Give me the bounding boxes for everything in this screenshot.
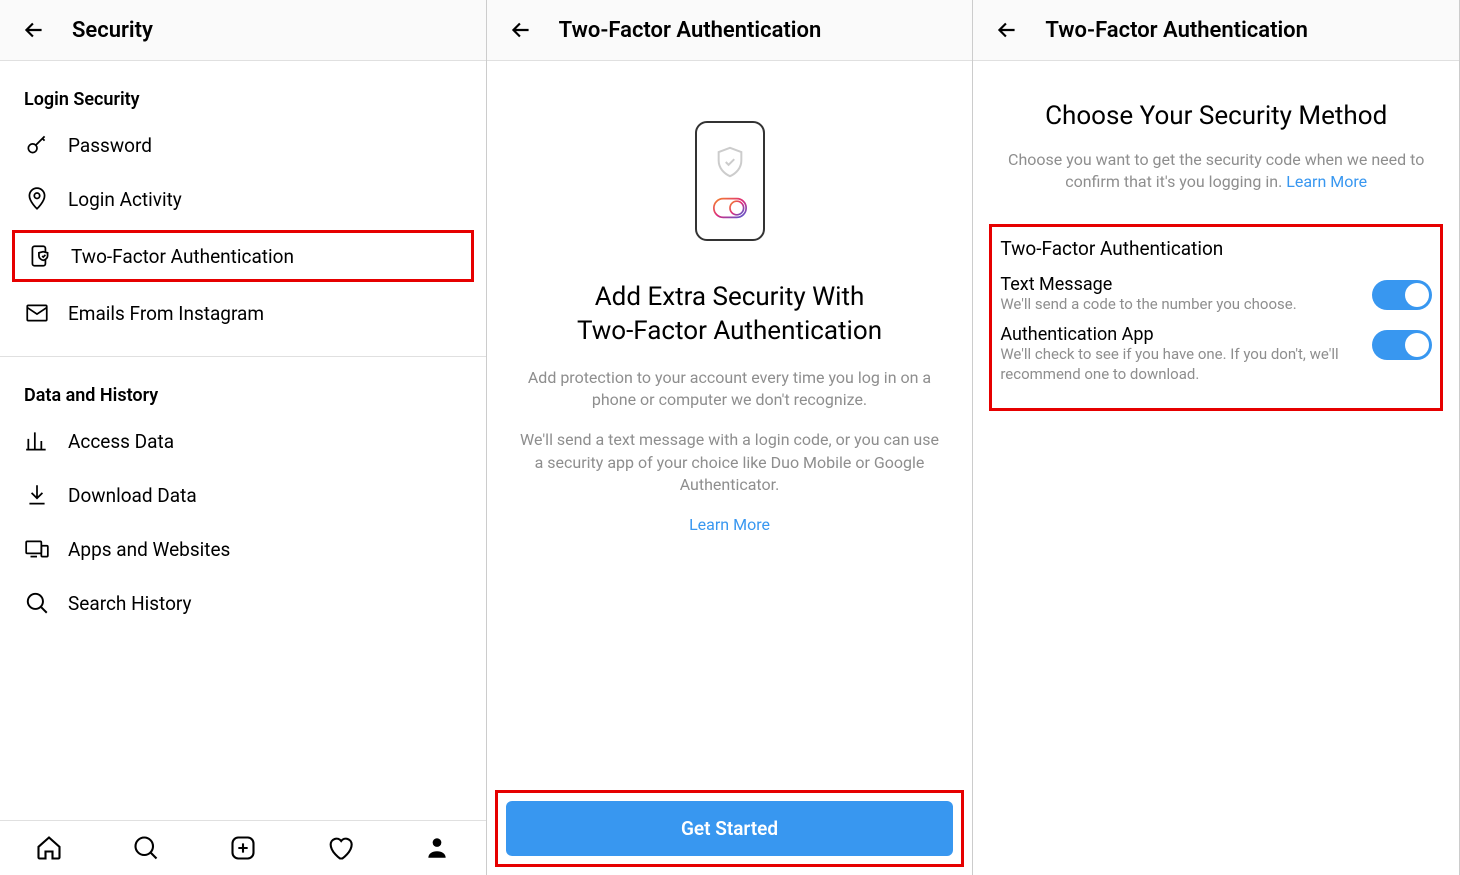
mail-icon (24, 300, 50, 326)
option-title: Text Message (1000, 274, 1362, 295)
body-text-2: We'll send a text message with a login c… (520, 429, 940, 496)
profile-icon (424, 835, 450, 861)
subtext: Choose you want to get the security code… (997, 149, 1435, 194)
menu-item-search-history[interactable]: Search History (0, 576, 486, 630)
option-text-message: Text Message We'll send a code to the nu… (1000, 274, 1432, 315)
arrow-left-icon (508, 17, 534, 43)
section-data-history: Data and History (0, 357, 486, 414)
tab-bar (0, 820, 486, 875)
tab-profile[interactable] (422, 833, 452, 863)
toggle-text-message[interactable] (1372, 280, 1432, 310)
tab-search[interactable] (131, 833, 161, 863)
arrow-left-icon (994, 17, 1020, 43)
key-icon (24, 132, 50, 158)
phone-illustration (695, 121, 765, 241)
menu-item-label: Password (68, 134, 152, 157)
body-text-1: Add protection to your account every tim… (520, 367, 940, 412)
heading: Add Extra Security With Two-Factor Authe… (577, 281, 882, 349)
menu-item-label: Emails From Instagram (68, 302, 264, 325)
choose-security-method-panel: Two-Factor Authentication Choose Your Se… (973, 0, 1460, 875)
back-button[interactable] (993, 16, 1021, 44)
content: Add Extra Security With Two-Factor Authe… (487, 61, 973, 790)
page-title: Security (72, 18, 153, 43)
menu-item-login-activity[interactable]: Login Activity (0, 172, 486, 226)
chart-icon (24, 428, 50, 454)
two-factor-intro-panel: Two-Factor Authentication Add Extra Secu… (487, 0, 974, 875)
phone-shield-icon (27, 243, 53, 269)
security-settings-panel: Security Login Security Password Login A… (0, 0, 487, 875)
menu-item-label: Search History (68, 592, 192, 615)
menu-item-label: Login Activity (68, 188, 182, 211)
menu-item-two-factor[interactable]: Two-Factor Authentication (27, 243, 459, 269)
add-post-icon (229, 834, 257, 862)
menu-item-emails[interactable]: Emails From Instagram (0, 286, 486, 340)
heading: Choose Your Security Method (997, 101, 1435, 131)
home-icon (35, 834, 63, 862)
learn-more-link[interactable]: Learn More (689, 515, 770, 534)
back-button[interactable] (507, 16, 535, 44)
toggle-auth-app[interactable] (1372, 330, 1432, 360)
menu-item-download-data[interactable]: Download Data (0, 468, 486, 522)
cta-highlight: Get Started (495, 790, 965, 867)
tab-add[interactable] (228, 833, 258, 863)
learn-more-link[interactable]: Learn More (1286, 172, 1367, 191)
get-started-button[interactable]: Get Started (506, 801, 954, 856)
search-icon (132, 834, 160, 862)
toggle-icon (713, 197, 747, 219)
option-title: Authentication App (1000, 324, 1362, 345)
heart-icon (326, 834, 354, 862)
menu-item-password[interactable]: Password (0, 118, 486, 172)
pin-icon (24, 186, 50, 212)
content: Choose Your Security Method Choose you w… (973, 61, 1459, 411)
tab-activity[interactable] (325, 833, 355, 863)
content: Login Security Password Login Activity T… (0, 61, 486, 820)
arrow-left-icon (21, 17, 47, 43)
menu-item-label: Download Data (68, 484, 197, 507)
option-auth-app: Authentication App We'll check to see if… (1000, 324, 1432, 384)
section-login-security: Login Security (0, 61, 486, 118)
shield-check-icon (713, 143, 747, 181)
menu-item-label: Access Data (68, 430, 174, 453)
devices-icon (24, 536, 50, 562)
download-icon (24, 482, 50, 508)
search-icon (24, 590, 50, 616)
page-title: Two-Factor Authentication (1045, 18, 1308, 43)
menu-item-label: Apps and Websites (68, 538, 230, 561)
option-desc: We'll send a code to the number you choo… (1000, 295, 1362, 315)
menu-item-access-data[interactable]: Access Data (0, 414, 486, 468)
option-desc: We'll check to see if you have one. If y… (1000, 345, 1362, 384)
menu-item-label: Two-Factor Authentication (71, 245, 294, 268)
back-button[interactable] (20, 16, 48, 44)
page-title: Two-Factor Authentication (559, 18, 822, 43)
box-title: Two-Factor Authentication (1000, 237, 1432, 260)
header: Two-Factor Authentication (973, 0, 1459, 61)
header: Two-Factor Authentication (487, 0, 973, 61)
options-highlight-box: Two-Factor Authentication Text Message W… (989, 224, 1443, 412)
menu-item-apps-websites[interactable]: Apps and Websites (0, 522, 486, 576)
highlighted-two-factor: Two-Factor Authentication (12, 230, 474, 282)
header: Security (0, 0, 486, 61)
tab-home[interactable] (34, 833, 64, 863)
